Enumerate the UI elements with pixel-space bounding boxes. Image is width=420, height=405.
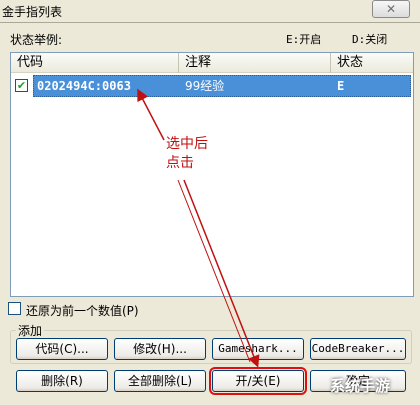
arrow-to-toggle-a	[183, 179, 260, 368]
arrow-to-toggle-b	[177, 179, 251, 363]
annotation-arrows	[137, 88, 260, 368]
arrow-to-row	[137, 88, 165, 141]
watermark: 系统手游	[330, 377, 391, 395]
